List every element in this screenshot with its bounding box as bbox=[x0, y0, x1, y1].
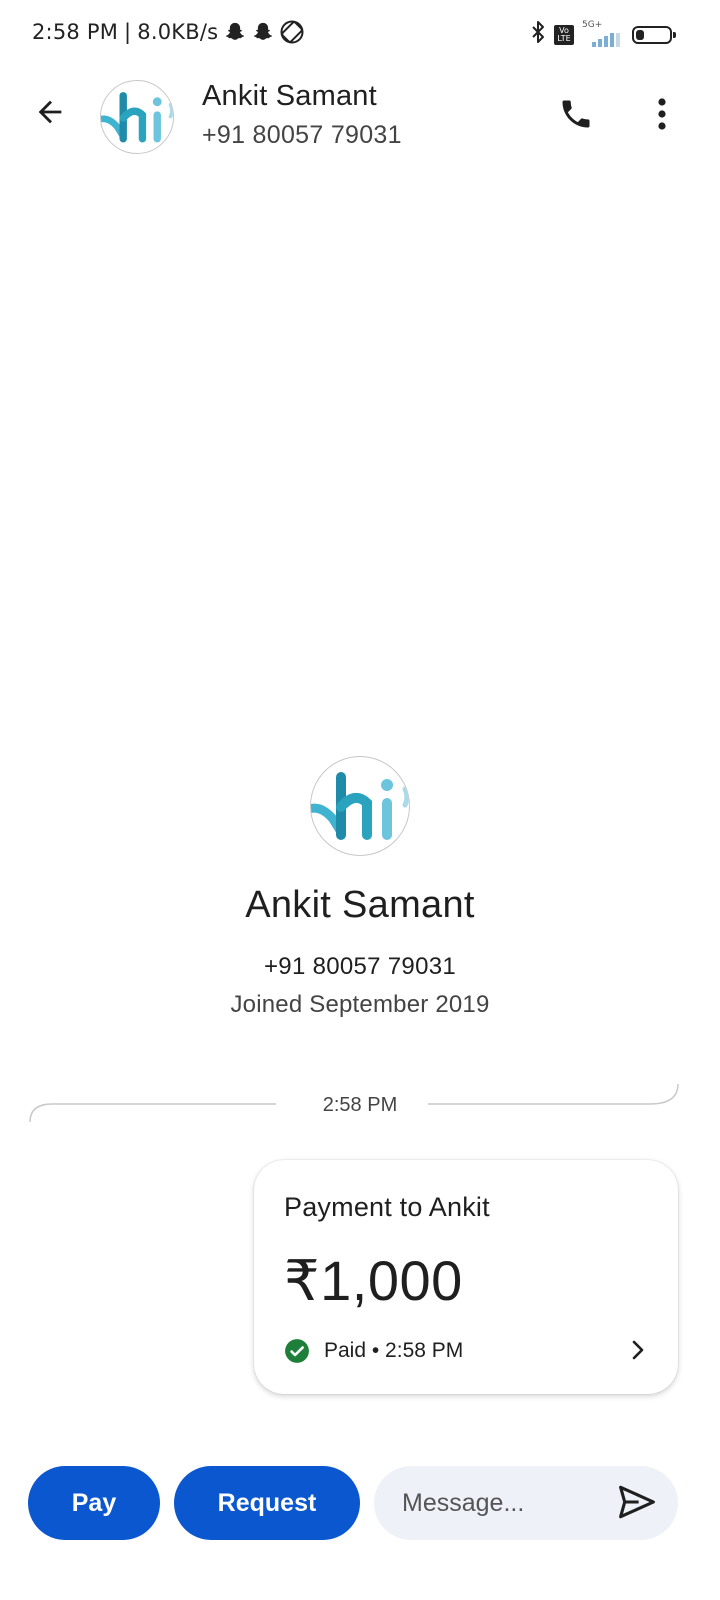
payment-card[interactable]: Payment to Ankit ₹1,000 Paid • 2:58 PM bbox=[254, 1160, 678, 1394]
more-options-button[interactable] bbox=[640, 90, 684, 142]
status-bar: 2:58 PM | 8.0KB/s Vo LTE 5G+ 32 bbox=[0, 0, 720, 70]
avatar[interactable] bbox=[100, 80, 174, 154]
payment-amount: ₹1,000 bbox=[284, 1249, 463, 1312]
payment-status: Paid • 2:58 PM bbox=[284, 1338, 463, 1364]
request-button[interactable]: Request bbox=[174, 1466, 360, 1540]
status-left: 2:58 PM | 8.0KB/s bbox=[32, 20, 304, 44]
app-bar: Ankit Samant +91 80057 79031 bbox=[0, 72, 720, 162]
send-button[interactable] bbox=[616, 1483, 658, 1525]
status-time: 2:58 PM bbox=[32, 20, 119, 44]
screen-rotate-icon bbox=[280, 20, 304, 44]
network-type: 5G+ bbox=[582, 19, 603, 30]
back-arrow-icon bbox=[33, 95, 67, 134]
bluetooth-icon bbox=[530, 20, 546, 49]
profile-joined-date: Joined September 2019 bbox=[230, 991, 490, 1018]
status-separator: | bbox=[124, 20, 132, 44]
volte-icon: Vo LTE bbox=[554, 24, 574, 45]
message-input[interactable] bbox=[402, 1466, 602, 1540]
battery-icon: 32 bbox=[632, 25, 676, 44]
call-button[interactable] bbox=[550, 90, 602, 142]
net-speed: 8.0KB/s bbox=[137, 20, 219, 44]
status-right: Vo LTE 5G+ 32 bbox=[530, 19, 676, 49]
signal-bars bbox=[592, 32, 620, 47]
battery-percent: 32 bbox=[644, 26, 660, 40]
more-vertical-icon bbox=[657, 97, 667, 136]
hi-logo bbox=[311, 772, 409, 840]
payment-status-text: Paid • 2:58 PM bbox=[324, 1339, 464, 1362]
contact-name: Ankit Samant bbox=[202, 80, 377, 112]
contact-profile: Ankit Samant +91 80057 79031 Joined Sept… bbox=[0, 756, 720, 1019]
signal-icon: 5G+ bbox=[582, 19, 624, 48]
profile-phone: +91 80057 79031 bbox=[263, 953, 457, 980]
message-composer bbox=[374, 1466, 678, 1540]
contact-phone: +91 80057 79031 bbox=[202, 121, 402, 149]
pay-button[interactable]: Pay bbox=[28, 1466, 160, 1540]
phone-icon bbox=[558, 96, 594, 137]
battery-tip bbox=[673, 31, 676, 38]
snapchat-icon bbox=[224, 21, 246, 43]
payment-details-button[interactable] bbox=[626, 1338, 650, 1366]
chevron-right-icon bbox=[631, 1339, 645, 1366]
check-circle-icon bbox=[284, 1338, 310, 1364]
payment-title: Payment to Ankit bbox=[284, 1192, 490, 1222]
message-timestamp: 2:58 PM bbox=[322, 1094, 398, 1116]
contact-header[interactable]: Ankit Samant +91 80057 79031 bbox=[202, 80, 402, 150]
profile-name: Ankit Samant bbox=[245, 884, 475, 926]
send-icon bbox=[617, 1484, 657, 1525]
profile-avatar[interactable] bbox=[310, 756, 410, 856]
timestamp-divider: 2:58 PM bbox=[0, 1082, 720, 1128]
hi-logo bbox=[101, 92, 173, 143]
back-button[interactable] bbox=[22, 86, 78, 142]
snapchat-icon bbox=[252, 21, 274, 43]
